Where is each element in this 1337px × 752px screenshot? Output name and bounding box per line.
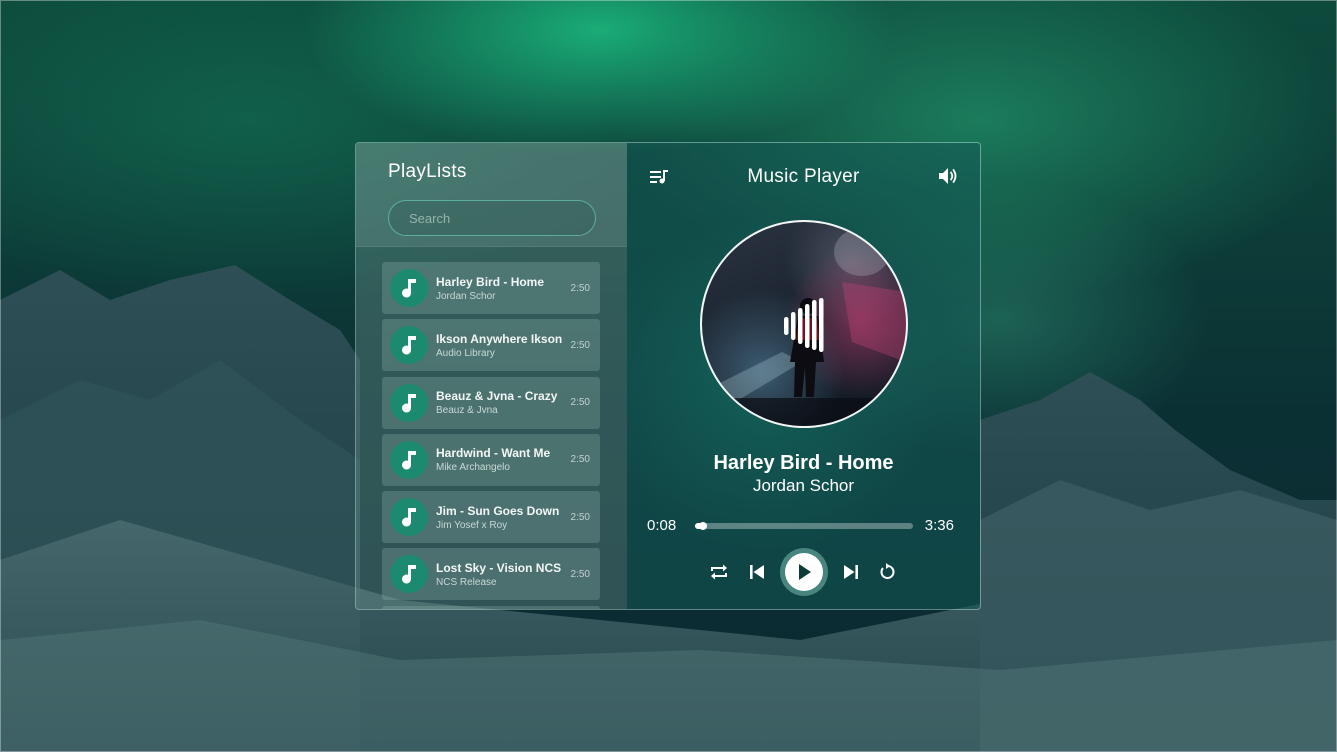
music-note-icon [390,383,428,422]
track-title: Lost Sky - Vision NCS [436,560,562,575]
track-item[interactable]: Harley Bird - Home Jordan Schor 2:50 [382,262,600,314]
now-playing-title: Harley Bird - Home [713,452,894,474]
play-button[interactable] [780,548,828,596]
track-title: Harley Bird - Home [436,274,545,289]
music-note-icon [390,326,428,365]
progress-bar[interactable] [695,522,913,530]
track-duration: 2:50 [570,511,590,523]
music-note-icon [390,498,428,537]
playlist-header: PlayLists [356,143,627,247]
search-input[interactable] [409,210,585,226]
repeat-button[interactable] [708,562,730,582]
album-cover [700,220,908,428]
playlist-title: PlayLists [388,161,467,182]
playback-controls [627,548,980,596]
music-note-icon [390,269,428,307]
music-player-window: PlayLists Harley Bird - Home Jordan Scho… [355,142,981,610]
equalizer-bars-icon [784,298,824,352]
track-title: Hardwind - Want Me [436,446,551,461]
track-item[interactable]: Hardwind - Want Me Mike Archangelo 2:50 [382,433,600,486]
player-header: Music Player [627,165,980,189]
repeat-icon [711,564,727,580]
replay-icon [880,563,895,579]
track-item[interactable]: Beauz & Jvna - Crazy Beauz & Jvna 2:50 [382,376,600,429]
track-title: Ikson Anywhere Ikson [436,331,563,346]
play-icon [799,564,811,580]
track-duration: 2:50 [570,454,590,466]
next-button[interactable] [840,562,862,582]
current-time: 0:08 [647,517,677,534]
skip-previous-icon [750,565,764,579]
total-time: 3:36 [924,517,954,534]
track-title: Beauz & Jvna - Crazy [436,389,558,404]
track-artist: Jordan Schor [436,290,496,302]
track-duration: 2:50 [570,282,590,294]
track-artist: NCS Release [436,576,497,588]
track-item[interactable]: Ikson Anywhere Ikson Audio Library 2:50 [382,319,600,372]
track-artist: Mike Archangelo [436,462,510,474]
track-item[interactable]: Lost Sky - Vision NCS NCS Release 2:50 [382,548,600,601]
track-artist: Beauz & Jvna [436,405,498,417]
volume-icon[interactable] [938,167,958,185]
previous-button[interactable] [746,562,768,582]
playlist-panel: PlayLists Harley Bird - Home Jordan Scho… [356,143,627,609]
now-playing-artist: Jordan Schor [752,476,855,495]
skip-next-icon [844,565,858,579]
track-artist: Audio Library [436,347,495,359]
music-note-icon [390,440,428,479]
track-title: Jim - Sun Goes Down [436,503,560,518]
player-title: Music Player [747,166,860,187]
track-duration: 2:50 [570,568,590,580]
track-item-partial[interactable] [382,605,600,609]
track-list: Harley Bird - Home Jordan Schor 2:50 Iks… [382,262,600,609]
track-artist: Jim Yosef x Roy [436,519,508,531]
progress-handle[interactable] [699,522,708,530]
track-item[interactable]: Jim - Sun Goes Down Jim Yosef x Roy 2:50 [382,491,600,544]
music-note-icon [390,555,428,594]
search-box[interactable] [388,200,596,236]
play-button-inner [785,553,823,591]
now-playing-panel: Music Player Harley Bird - Home Jordan S… [627,143,980,609]
replay-button[interactable] [876,562,898,582]
track-duration: 2:50 [570,339,590,351]
track-duration: 2:50 [570,397,590,409]
